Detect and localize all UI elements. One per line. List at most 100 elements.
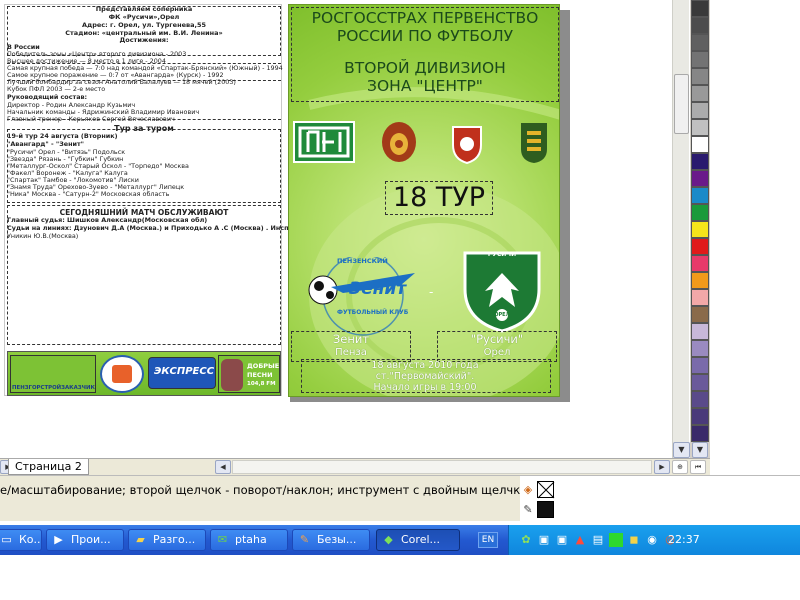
screen: Представляем соперника ФК «Русичи»,Орел …	[0, 0, 800, 600]
tour-number[interactable]: 18 ТУР	[385, 181, 493, 215]
rfs-eagle-logo	[382, 122, 416, 162]
home-team-city: Пенза	[335, 347, 367, 358]
color-swatch[interactable]	[691, 204, 709, 221]
taskbar-button-label: Прои...	[71, 533, 111, 546]
color-swatch[interactable]	[691, 272, 709, 289]
radio-logo-text1: ДОБРЫЕ	[247, 362, 280, 370]
page-tabs-bar[interactable]: ▶ Страница 2 ◀ ▶ ⊕ ⏮	[0, 458, 710, 475]
device-icon[interactable]: ▤	[591, 533, 605, 547]
taskbar-button-label: ptaha	[235, 533, 267, 546]
windows-taskbar: ▭ Ко... ▶ Прои... ▰ Разго... ✉ ptaha ✎ Б…	[0, 521, 800, 600]
color-swatch[interactable]	[691, 425, 709, 442]
color-swatch[interactable]	[691, 289, 709, 306]
palette-scroll-down-button[interactable]: ▼	[692, 442, 708, 458]
media-player-icon: ▶	[54, 533, 63, 546]
color-swatch[interactable]	[691, 68, 709, 85]
color-swatch[interactable]	[691, 17, 709, 34]
vertical-scrollbar[interactable]: ▼	[672, 0, 690, 458]
guide-line	[7, 119, 281, 120]
radio-logo: ДОБРЫЕ ПЕСНИ 104,8 FM	[218, 355, 280, 393]
color-swatch[interactable]	[691, 408, 709, 425]
paint-icon: ✎	[299, 533, 310, 546]
express-logo-text: ЭКСПРЕСС	[154, 366, 215, 377]
match-venue: ст."Первомайский".	[375, 371, 475, 382]
color-swatch[interactable]	[691, 357, 709, 374]
radio-logo-text2: ПЕСНИ	[247, 371, 273, 379]
system-clock[interactable]: 22:37	[668, 533, 700, 546]
second-division-logo	[452, 126, 482, 165]
drawing-workspace[interactable]: Представляем соперника ФК «Русичи»,Орел …	[0, 0, 672, 458]
express-logo: ЭКСПРЕСС	[148, 357, 216, 389]
taskbar-button-active[interactable]: ◆ Corel...	[376, 529, 460, 551]
taskbar-button[interactable]: ✉ ptaha	[210, 529, 288, 551]
radio-logo-mark	[221, 359, 243, 391]
taskbar-strip: ▭ Ко... ▶ Прои... ▰ Разго... ✉ ptaha ✎ Б…	[0, 525, 800, 555]
hscroll-right-button[interactable]: ▶	[654, 460, 670, 474]
taskbar-button[interactable]: ▭ Ко...	[0, 529, 42, 551]
rusichi-logo-small-text: ОРЕЛ	[494, 312, 510, 318]
taskbar-button[interactable]: ✎ Безы...	[292, 529, 370, 551]
cover-page[interactable]: РОСГОССТРАХ ПЕРВЕНСТВО РОССИИ ПО ФУТБОЛУ…	[288, 4, 560, 397]
referee-text-frame[interactable]	[7, 205, 281, 345]
color-swatch[interactable]	[691, 136, 709, 153]
chevron-left-icon: ◀	[220, 463, 226, 471]
color-swatch[interactable]	[691, 374, 709, 391]
tray-app-icon[interactable]: ✿	[519, 533, 533, 547]
taskbar-button[interactable]: ▰ Разго...	[128, 529, 206, 551]
scrollbar-thumb[interactable]	[674, 74, 689, 134]
color-swatch[interactable]	[691, 255, 709, 272]
outline-color-swatch[interactable]	[537, 501, 554, 518]
color-swatch[interactable]	[691, 323, 709, 340]
outline-pen-icon[interactable]: ✎	[520, 502, 536, 518]
tray-app-icon[interactable]: ◉	[645, 533, 659, 547]
pfl-logo-mark	[298, 126, 350, 158]
coreldraw-icon: ◆	[384, 533, 393, 546]
tray-app-icon[interactable]: ◼	[627, 533, 641, 547]
color-swatch[interactable]	[691, 306, 709, 323]
color-swatch[interactable]	[691, 238, 709, 255]
pgsz-logo-text: ПЕНЗГОРСТРОЙЗАКАЗЧИК	[12, 385, 95, 391]
fill-none-swatch[interactable]	[537, 481, 555, 499]
language-indicator[interactable]: EN	[478, 532, 498, 548]
sponsor-bar[interactable]: ПЕНЗГОРСТРОЙЗАКАЗЧИК ЭКСПРЕСС ДОБРЫЕ ПЕС…	[7, 351, 281, 396]
chevron-down-icon: ▼	[678, 445, 685, 454]
horizontal-scroll-track[interactable]	[232, 460, 652, 474]
left-text-page[interactable]: Представляем соперника ФК «Русичи»,Орел …	[4, 4, 337, 396]
color-swatch[interactable]	[691, 34, 709, 51]
taskbar-button[interactable]: ▶ Прои...	[46, 529, 124, 551]
color-palette[interactable]: ▼	[690, 0, 710, 458]
cover-subtitle-line2: ЗОНА "ЦЕНТР"	[367, 77, 483, 95]
penza-emblem-logo	[521, 123, 547, 163]
color-swatch[interactable]	[691, 119, 709, 136]
fill-bucket-icon[interactable]: ◈	[520, 482, 536, 498]
tour-text-frame[interactable]	[7, 129, 281, 203]
rusichi-logo	[463, 251, 541, 333]
taskbar-button-label: Ко...	[19, 533, 42, 546]
color-swatch[interactable]	[691, 85, 709, 102]
tray-app-icon[interactable]: ▲	[573, 533, 587, 547]
color-swatch[interactable]	[691, 391, 709, 408]
window-icon: ▭	[1, 533, 12, 546]
network-icon[interactable]: ▣	[555, 533, 569, 547]
cover-subtitle-line1: ВТОРОЙ ДИВИЗИОН	[344, 59, 506, 77]
tray-app-icon[interactable]	[609, 533, 623, 547]
color-swatch[interactable]	[691, 340, 709, 357]
color-swatch[interactable]	[691, 187, 709, 204]
zoom-icon[interactable]: ⊕	[672, 460, 688, 474]
tab-page-2[interactable]: Страница 2	[8, 459, 89, 475]
chevron-down-icon: ▼	[696, 445, 704, 454]
color-swatch[interactable]	[691, 221, 709, 238]
color-swatch[interactable]	[691, 102, 709, 119]
hscroll-left-button[interactable]: ◀	[215, 460, 231, 474]
house-icon	[112, 365, 132, 383]
color-swatch[interactable]	[691, 0, 709, 17]
status-hint-text: е/масштабирование; второй щелчок - повор…	[0, 483, 596, 497]
network-icon[interactable]: ▣	[537, 533, 551, 547]
scroll-down-button[interactable]: ▼	[673, 442, 690, 458]
color-swatch[interactable]	[691, 170, 709, 187]
match-date: 18 августа 2010 года	[371, 360, 479, 371]
taskbar-button-label: Безы...	[317, 533, 357, 546]
color-swatch[interactable]	[691, 153, 709, 170]
color-swatch[interactable]	[691, 51, 709, 68]
end-icon[interactable]: ⏮	[690, 460, 706, 474]
